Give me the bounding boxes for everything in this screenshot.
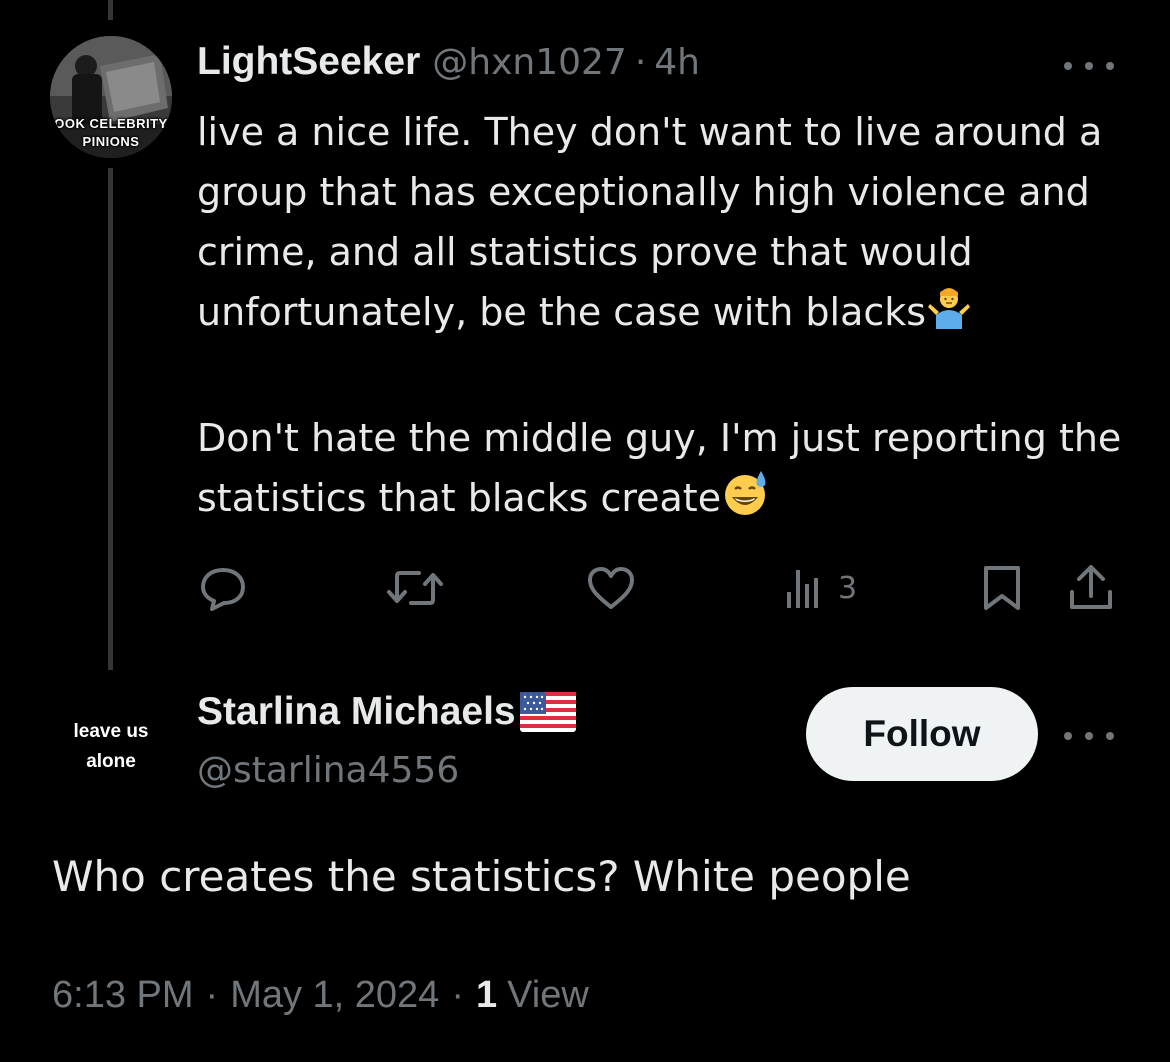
grinning-face-with-sweat-emoji bbox=[721, 469, 769, 534]
separator-dot: · bbox=[634, 42, 647, 83]
views-icon bbox=[787, 570, 818, 608]
avatar-text-line1: OOK CELEBRITY bbox=[54, 116, 168, 131]
views-button[interactable]: 3 bbox=[784, 560, 857, 616]
tweet-actions: 3 bbox=[197, 560, 1117, 616]
tweet-time[interactable]: 6:13 PM bbox=[52, 974, 194, 1017]
reply-icon bbox=[201, 568, 245, 611]
more-icon-dot bbox=[1085, 732, 1093, 740]
display-name[interactable]: Starlina Michaels bbox=[197, 690, 516, 734]
views-count: 1 bbox=[475, 974, 498, 1016]
more-icon-dot bbox=[1064, 62, 1072, 70]
user-handle[interactable]: @starlina4556 bbox=[197, 750, 459, 791]
retweet-button[interactable] bbox=[385, 560, 445, 616]
share-icon bbox=[1070, 565, 1112, 609]
tweet-text: Who creates the statistics? White people bbox=[52, 852, 911, 901]
tweet-header: LightSeeker @hxn1027 · 4h bbox=[197, 40, 700, 92]
more-options-button[interactable] bbox=[1064, 56, 1114, 76]
like-button[interactable] bbox=[585, 560, 637, 616]
avatar-text-line1: leave us bbox=[73, 721, 149, 742]
tweet-time[interactable]: 4h bbox=[654, 42, 700, 83]
thread-line-top bbox=[108, 0, 113, 20]
avatar-text-line2: PINIONS bbox=[82, 134, 140, 149]
avatar[interactable]: OOK CELEBRITY PINIONS bbox=[50, 36, 172, 158]
views-label: View bbox=[507, 974, 589, 1016]
person-shrugging-emoji bbox=[926, 285, 972, 348]
bookmark-button[interactable] bbox=[980, 560, 1024, 616]
us-flag-emoji bbox=[519, 692, 576, 732]
avatar-text-line2: alone bbox=[86, 751, 136, 772]
bookmark-icon bbox=[984, 566, 1020, 610]
share-button[interactable] bbox=[1067, 560, 1115, 616]
more-icon-dot bbox=[1085, 62, 1093, 70]
more-icon-dot bbox=[1064, 732, 1072, 740]
tweet-paragraph: live a nice life. They don't want to liv… bbox=[197, 102, 1157, 348]
more-icon-dot bbox=[1106, 732, 1114, 740]
retweet-icon bbox=[387, 571, 443, 605]
separator-dot: · bbox=[451, 974, 464, 1016]
views-count: 3 bbox=[838, 570, 858, 606]
tweet-meta: 6:13 PM · May 1, 2024 · 1 View bbox=[52, 974, 589, 1017]
reply-button[interactable] bbox=[197, 560, 249, 616]
display-name[interactable]: LightSeeker bbox=[197, 40, 420, 84]
tweet-text: live a nice life. They don't want to liv… bbox=[197, 102, 1157, 534]
heart-icon bbox=[588, 567, 634, 609]
more-icon-dot bbox=[1106, 62, 1114, 70]
user-handle[interactable]: @hxn1027 bbox=[432, 42, 627, 83]
more-options-button[interactable] bbox=[1064, 726, 1114, 746]
thread-line bbox=[108, 168, 113, 670]
tweet-date[interactable]: May 1, 2024 bbox=[230, 974, 439, 1017]
avatar[interactable]: leave us alone bbox=[50, 686, 172, 808]
tweet-paragraph: Don't hate the middle guy, I'm just repo… bbox=[197, 408, 1157, 534]
separator-dot: · bbox=[205, 974, 219, 1016]
tweet-paragraph-text: Don't hate the middle guy, I'm just repo… bbox=[197, 416, 1122, 520]
tweet-header: Starlina Michaels bbox=[197, 690, 576, 734]
follow-button[interactable]: Follow bbox=[806, 687, 1038, 781]
